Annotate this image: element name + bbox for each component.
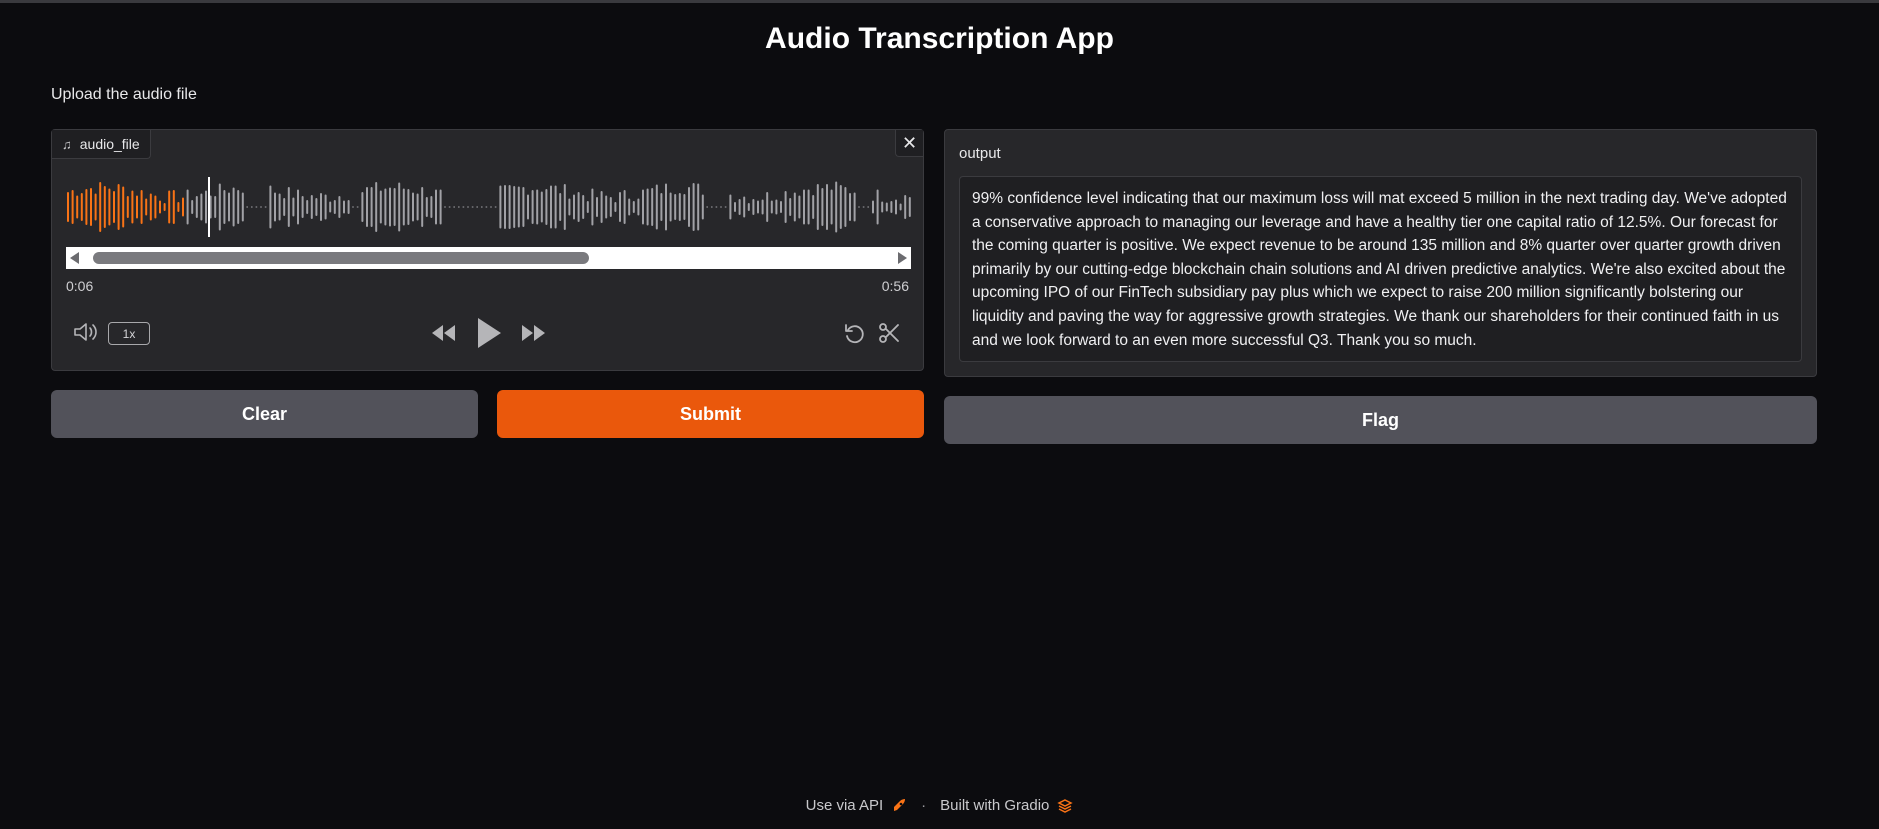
flag-button[interactable]: Flag [944, 396, 1817, 444]
play-icon[interactable] [475, 316, 503, 355]
playback-rate-button[interactable]: 1x [108, 322, 150, 345]
footer-separator: · [921, 797, 927, 814]
scroll-left-arrow-icon[interactable] [70, 252, 79, 264]
playback-controls: 1x [66, 313, 911, 353]
current-time: 0:06 [66, 278, 94, 294]
clear-button[interactable]: Clear [51, 390, 478, 438]
output-label: output [959, 145, 1001, 162]
fast-forward-icon[interactable] [520, 323, 548, 348]
input-description: Upload the audio file [51, 86, 197, 103]
scroll-right-arrow-icon[interactable] [898, 252, 907, 264]
footer: Use via API · Built with Gradio [0, 797, 1879, 814]
waveform-scrollbar[interactable] [66, 247, 911, 269]
top-border [0, 0, 1879, 3]
volume-icon[interactable] [72, 321, 98, 348]
output-panel: output 99% confidence level indicating t… [944, 129, 1817, 377]
use-via-api-link[interactable]: Use via API [806, 797, 908, 814]
built-with-gradio-link[interactable]: Built with Gradio [940, 797, 1074, 814]
close-icon[interactable]: ✕ [895, 130, 923, 157]
duration-time: 0:56 [881, 278, 909, 294]
audio-input-panel: ♫ audio_file ✕ 0:06 0:56 1x [51, 129, 924, 371]
app-title: Audio Transcription App [765, 22, 1114, 55]
rocket-icon [894, 798, 906, 811]
built-with-gradio-label: Built with Gradio [940, 797, 1050, 814]
music-note-icon: ♫ [62, 136, 72, 152]
playhead-cursor[interactable] [208, 177, 210, 237]
output-textbox[interactable]: 99% confidence level indicating that our… [959, 176, 1802, 362]
use-via-api-label: Use via API [805, 797, 884, 814]
audio-label-tag: ♫ audio_file [52, 130, 151, 159]
rewind-icon[interactable] [429, 323, 457, 348]
undo-icon[interactable] [843, 321, 867, 350]
submit-button[interactable]: Submit [497, 390, 924, 438]
scissors-icon[interactable] [877, 321, 901, 350]
audio-label-text: audio_file [79, 136, 140, 152]
gradio-logo-icon [1057, 798, 1074, 813]
scrollbar-thumb[interactable] [93, 252, 589, 264]
audio-waveform[interactable] [66, 177, 911, 237]
